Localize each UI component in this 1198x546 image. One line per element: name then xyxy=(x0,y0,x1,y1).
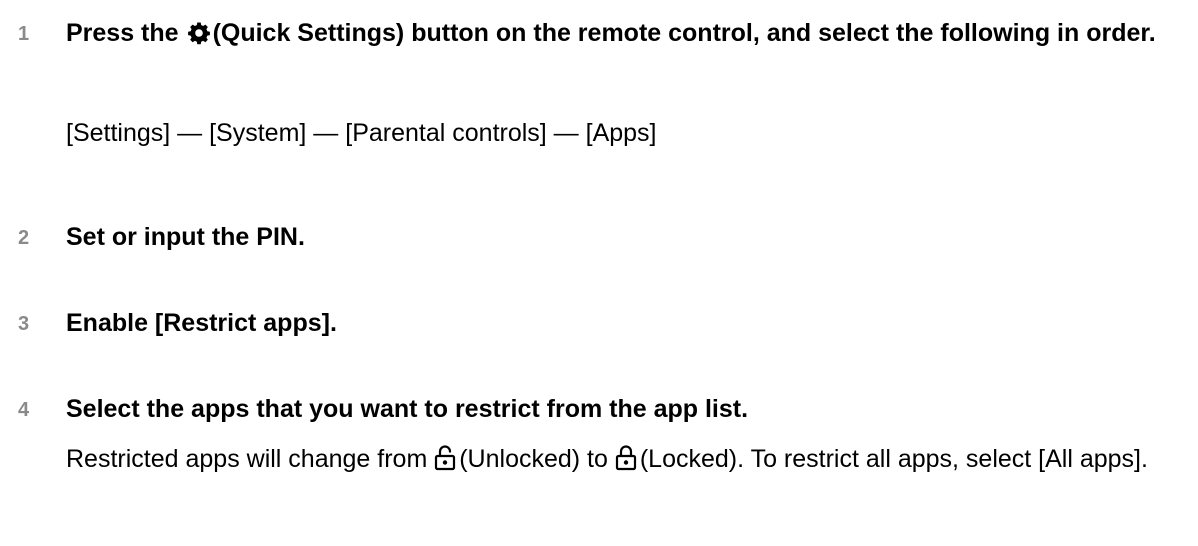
step-title-text-after: (Quick Settings) button on the remote co… xyxy=(212,19,1156,47)
unlocked-padlock-icon xyxy=(434,438,456,488)
step-title: Enable [Restrict apps]. xyxy=(66,309,337,337)
step-title-text-before: Press the xyxy=(66,19,179,47)
step-number: 3 xyxy=(18,313,30,335)
step-title: Select the apps that you want to restric… xyxy=(66,395,749,423)
step-body: Restricted apps will change from (Unlock… xyxy=(66,434,1191,488)
step-number: 4 xyxy=(18,399,30,421)
step-number: 2 xyxy=(18,227,30,249)
gear-icon xyxy=(187,12,211,62)
step-title: Press the (Quick Settings) button on the… xyxy=(66,8,1191,62)
step-number: 1 xyxy=(18,23,30,45)
step-body-text: Restricted apps will change from xyxy=(66,445,428,473)
step-title: Set or input the PIN. xyxy=(66,223,305,251)
step-body-text: (Unlocked) to xyxy=(459,445,608,473)
locked-padlock-icon xyxy=(615,438,637,488)
step-body-text: (Locked). To restrict all apps, select [… xyxy=(639,445,1148,473)
step-body: [Settings] — [System] — [Parental contro… xyxy=(66,119,657,147)
